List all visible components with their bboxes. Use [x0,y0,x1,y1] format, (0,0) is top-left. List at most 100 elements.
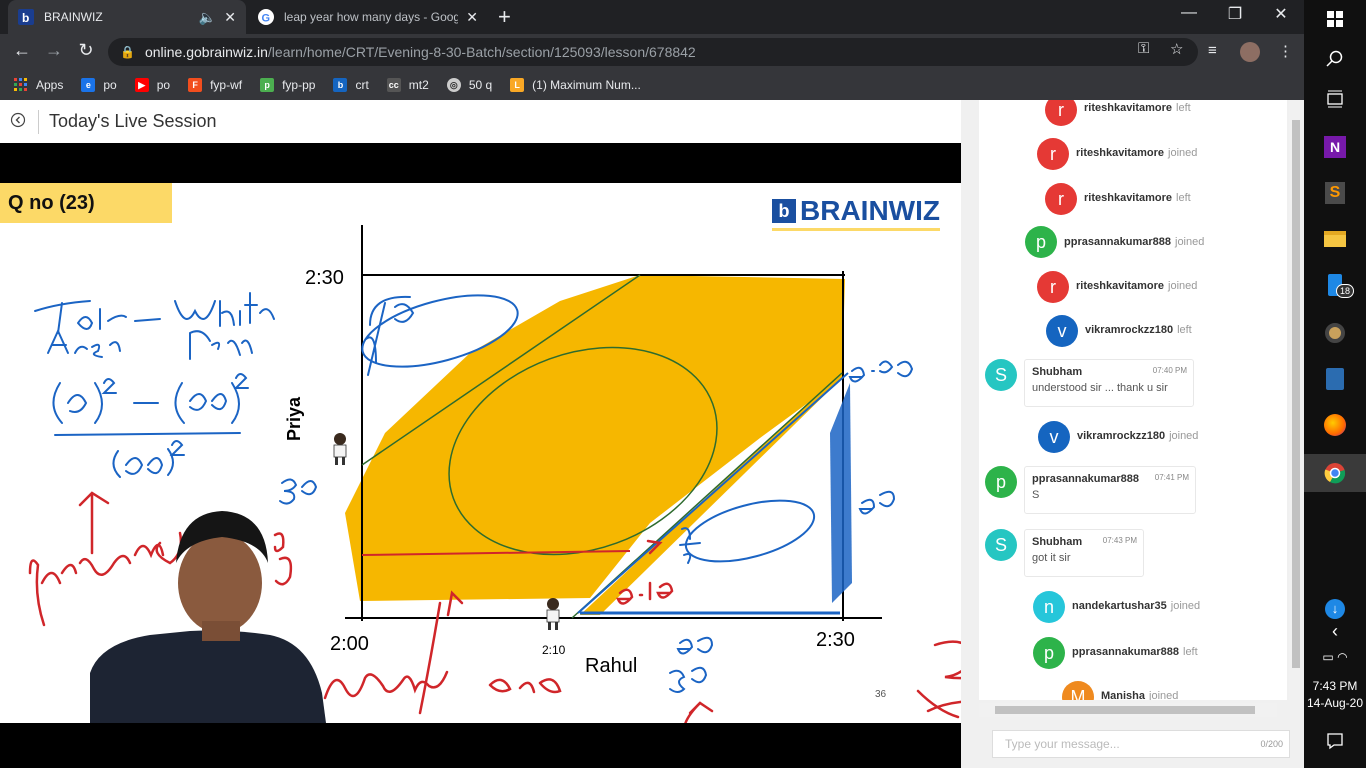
globe-icon: ◎ [446,78,461,92]
event-status: joined [1168,280,1198,292]
brainwiz-icon: b [333,78,348,92]
close-tab-icon[interactable]: ✕ [466,9,478,26]
char-counter: 0/200 [1260,739,1283,749]
avatar: S [985,359,1017,391]
bookmark-label: po [103,78,117,92]
onenote-icon[interactable]: N [1304,128,1366,166]
key-icon[interactable]: ⚿ [1138,40,1149,57]
chat-event-text: Manisha joined [1101,690,1178,700]
close-window-button[interactable]: ✕ [1258,4,1304,24]
chat-horizontal-scrollbar[interactable] [979,703,1277,717]
user-name: riteshkavitamore [1076,147,1165,159]
bookmark-fyp-wf[interactable]: Ffyp-wf [188,78,242,92]
back-arrow-icon[interactable]: ← [10,40,34,61]
sublime-text-icon[interactable]: S [1304,174,1366,212]
avatar: r [1037,138,1069,170]
lock-icon[interactable]: 🔒 [120,45,135,59]
bookmark-fyp-pp[interactable]: p fyp-pp [260,78,315,92]
speaker-icon[interactable]: 🔈 [199,9,216,26]
bookmark-po-youtube[interactable]: ▶ po [134,78,170,92]
bookmark-label: 50 q [468,78,493,92]
bookmarks-bar: Apps e po ▶ po Ffyp-wf p fyp-pp b crt cc mt2 … [0,70,1304,100]
y-axis-top-label: 2:30 [305,267,344,289]
slide-page-number: 36 [875,689,887,700]
x-axis-mid-label: 2:10 [542,643,566,657]
tab-google-search[interactable]: G leap year how many days - Goog ✕ [248,0,488,34]
menu-kebab-icon[interactable]: ⋮ [1278,42,1293,60]
task-view-icon[interactable] [1304,80,1366,118]
file-explorer-icon[interactable] [1304,220,1366,258]
bookmark-50q[interactable]: ◎ 50 q [446,78,493,92]
chat-event-text: pprasannakumar888 joined [1064,236,1204,248]
forward-arrow-icon[interactable]: → [42,40,66,61]
chat-event-text: riteshkavitamore joined [1076,280,1197,292]
bookmark-star-icon[interactable]: ☆ [1170,40,1183,58]
firefox-icon[interactable] [1304,406,1366,444]
bookmark-po[interactable]: e po [81,78,117,92]
bookmark-crt[interactable]: b crt [333,78,369,92]
message-bubble: Shubham 07:43 PM got it sir [1024,529,1144,577]
avatar: n [1033,591,1065,623]
windows-start-icon[interactable] [1304,0,1366,38]
scrollbar-thumb[interactable] [995,706,1255,714]
tab-brainwiz[interactable]: b BRAINWIZ 🔈 ✕ [8,0,246,34]
scrollbar-thumb[interactable] [1292,120,1300,668]
battery-wifi-icon[interactable]: ▭ ◠ [1304,638,1366,676]
chat-panel: r riteshkavitamore left r riteshkavitamor… [961,100,1304,768]
bookmark-mt2[interactable]: cc mt2 [386,78,429,92]
notification-badge: 18 [1336,284,1355,298]
page-content: Today's Live Session Q no (23) b BRAINWI… [0,100,1304,768]
event-status: joined [1149,690,1179,700]
chrome-icon[interactable] [1304,454,1366,492]
back-circle-icon[interactable] [0,112,36,131]
address-bar[interactable]: 🔒 online.gobrainwiz.in /learn/home/CRT/E… [108,38,1198,66]
apps-grid-icon [14,78,28,92]
bookmark-maximum-num[interactable]: L (1) Maximum Num... [510,78,641,92]
close-tab-icon[interactable]: ✕ [224,9,236,26]
profile-avatar[interactable] [1240,42,1260,62]
media-player-icon[interactable] [1304,314,1366,352]
bookmark-label: (1) Maximum Num... [532,78,641,92]
event-status: left [1177,324,1192,336]
bookmark-label: crt [355,78,369,92]
minimize-button[interactable]: — [1166,4,1212,22]
media-control-icon[interactable]: ≡ [1208,42,1217,59]
chat-message-list[interactable]: r riteshkavitamore left r riteshkavitamor… [979,100,1287,700]
calculator-icon[interactable] [1304,360,1366,398]
phone-app-icon[interactable]: 18 [1304,266,1366,304]
avatar: p [1033,637,1065,669]
avatar: r [1045,100,1077,126]
bookmark-apps[interactable]: Apps [14,78,63,92]
session-header: Today's Live Session [0,100,961,143]
event-status: left [1183,646,1198,658]
bookmark-label: Apps [36,78,64,92]
chat-vertical-scrollbar[interactable] [1289,100,1303,700]
chat-event-text: riteshkavitamore left [1084,102,1191,114]
system-clock[interactable]: 7:43 PM 14-Aug-20 [1304,678,1366,712]
new-tab-button[interactable]: + [498,4,511,30]
chat-event-text: pprasannakumar888 left [1072,646,1198,658]
pdf-icon: p [260,78,275,92]
event-status: joined [1175,236,1205,248]
lesson-slide: Q no (23) b BRAINWIZ 2:30 Priya 2:00 2:1… [0,183,961,723]
leetcode-icon: L [510,78,525,92]
avatar: M [1062,681,1094,700]
reload-icon[interactable]: ↻ [74,40,98,61]
restore-button[interactable]: ❐ [1212,4,1258,24]
tab-strip: b BRAINWIZ 🔈 ✕ G leap year how many days… [0,0,1304,34]
event-status: left [1176,102,1191,114]
x-axis-title: Rahul [585,655,638,677]
search-icon[interactable] [1304,40,1366,78]
rahul-figure-icon [546,598,560,630]
chat-event-text: riteshkavitamore joined [1076,147,1197,159]
video-player[interactable]: Q no (23) b BRAINWIZ 2:30 Priya 2:00 2:1… [0,143,961,768]
user-name: riteshkavitamore [1076,280,1165,292]
user-name: vikramrockzz180 [1077,430,1166,442]
action-center-icon[interactable] [1304,722,1366,760]
chat-event-text: riteshkavitamore left [1084,192,1191,204]
message-text: got it sir [1032,552,1071,564]
brainwiz-favicon-icon: b [18,9,34,25]
avatar: v [1038,421,1070,453]
avatar: p [1025,226,1057,258]
chat-message-input[interactable]: Type your message... 0/200 [992,730,1290,758]
